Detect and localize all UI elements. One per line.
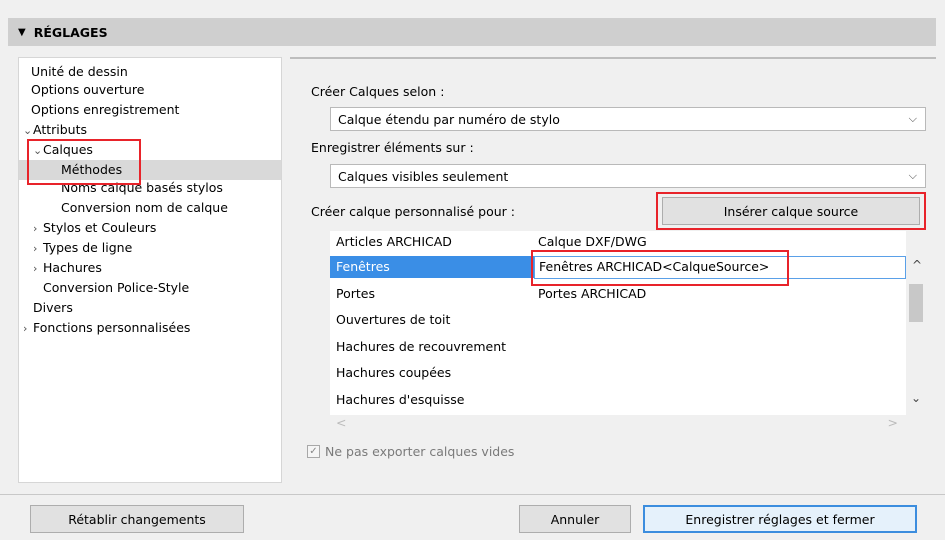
tree-label: Divers <box>33 300 73 315</box>
chevron-right-icon[interactable]: › <box>23 319 33 339</box>
table-vertical-scrollbar[interactable]: ^ ⌄ <box>906 256 926 416</box>
tree-item-unite-dessin[interactable]: Unité de dessin <box>31 62 128 82</box>
tree-item-stylos-couleurs[interactable]: › Stylos et Couleurs <box>33 218 156 238</box>
skip-empty-layers-checkbox[interactable]: ✓ Ne pas exporter calques vides <box>307 444 514 459</box>
collapse-toggle-icon[interactable]: ▼ <box>18 27 26 38</box>
tree-item-conversion-police[interactable]: Conversion Police-Style <box>43 278 189 298</box>
table-row[interactable]: Hachures de recouvrement <box>330 336 906 358</box>
layer-cell[interactable] <box>538 309 898 331</box>
reset-changes-button[interactable]: Rétablir changements <box>30 505 244 533</box>
tree-label: Types de ligne <box>43 240 133 255</box>
table-row[interactable]: Fenêtres Fenêtres ARCHICAD<CalqueSource> <box>330 256 906 279</box>
element-cell[interactable]: Hachures de recouvrement <box>330 336 538 358</box>
tree-item-fonctions-personnalisees[interactable]: › Fonctions personnalisées <box>23 318 190 338</box>
scroll-up-icon[interactable]: ^ <box>912 258 922 272</box>
table-row[interactable]: Portes Portes ARCHICAD <box>330 283 906 305</box>
chevron-right-icon[interactable]: › <box>33 239 43 259</box>
tree-label: Attributs <box>33 122 88 137</box>
element-cell[interactable]: Fenêtres <box>330 256 538 278</box>
select-value: Calques visibles seulement <box>338 168 509 184</box>
section-title: RÉGLAGES <box>33 24 108 40</box>
checkbox-check-icon[interactable]: ✓ <box>307 445 320 458</box>
layer-cell[interactable] <box>538 362 898 384</box>
tree-label: Unité de dessin <box>31 64 128 79</box>
insert-source-layer-button[interactable]: Insérer calque source <box>662 197 920 225</box>
cancel-button[interactable]: Annuler <box>519 505 631 533</box>
tree-item-methodes[interactable]: Méthodes <box>19 160 281 180</box>
create-layers-label: Créer Calques selon : <box>311 84 445 99</box>
layer-table: Articles ARCHICAD Calque DXF/DWG Fenêtre… <box>330 231 906 415</box>
section-header[interactable]: ▼ RÉGLAGES <box>8 18 936 46</box>
chevron-down-icon[interactable]: ⌄ <box>33 141 43 161</box>
layer-cell[interactable] <box>538 389 898 411</box>
tree-label: Options enregistrement <box>31 102 180 117</box>
create-layers-select[interactable]: Calque étendu par numéro de stylo ⌵ <box>330 107 926 131</box>
layer-cell[interactable]: Portes ARCHICAD <box>538 283 898 305</box>
chevron-down-icon[interactable]: ⌄ <box>23 121 33 141</box>
tree-label: Conversion nom de calque <box>61 200 228 215</box>
layer-cell[interactable]: Calque DXF/DWG <box>538 231 898 253</box>
tree-item-types-ligne[interactable]: › Types de ligne <box>33 238 132 258</box>
scrollbar-thumb[interactable] <box>909 284 923 322</box>
tree-label: Calques <box>43 142 93 157</box>
tree-item-options-enregistrement[interactable]: Options enregistrement <box>31 100 179 120</box>
save-elements-select[interactable]: Calques visibles seulement ⌵ <box>330 164 926 188</box>
scroll-left-icon[interactable]: < <box>336 415 346 430</box>
edit-value: Fenêtres ARCHICAD<CalqueSource> <box>539 259 770 274</box>
tree-item-hachures[interactable]: › Hachures <box>33 258 102 278</box>
select-value: Calque étendu par numéro de stylo <box>338 111 560 127</box>
tree-item-noms-calque-stylos[interactable]: Noms calque basés stylos <box>61 178 223 198</box>
tree-item-calques[interactable]: ⌄Calques <box>33 140 93 160</box>
chevron-right-icon[interactable]: › <box>33 219 43 239</box>
scroll-down-icon[interactable]: ⌄ <box>911 391 921 405</box>
layer-cell[interactable] <box>538 336 898 358</box>
settings-tree: Unité de dessin Options ouverture Option… <box>18 57 282 483</box>
scroll-right-icon[interactable]: > <box>888 415 898 430</box>
chevron-down-icon: ⌵ <box>908 169 917 182</box>
table-row[interactable]: Ouvertures de toit <box>330 309 906 331</box>
table-row[interactable]: Articles ARCHICAD Calque DXF/DWG <box>330 231 906 253</box>
tree-label: Méthodes <box>61 162 123 177</box>
tree-label: Hachures <box>43 260 102 275</box>
tree-label: Options ouverture <box>31 82 145 97</box>
settings-window: ▼ RÉGLAGES Unité de dessin Options ouver… <box>0 0 945 540</box>
custom-layer-label: Créer calque personnalisé pour : <box>311 204 515 219</box>
tree-label: Conversion Police-Style <box>43 280 190 295</box>
save-and-close-button[interactable]: Enregistrer réglages et fermer <box>643 505 917 533</box>
layer-name-edit-field[interactable]: Fenêtres ARCHICAD<CalqueSource> <box>534 256 906 279</box>
table-row[interactable]: Hachures d'esquisse <box>330 389 906 411</box>
element-cell[interactable]: Hachures d'esquisse <box>330 389 538 411</box>
tree-label: Fonctions personnalisées <box>33 320 191 335</box>
save-elements-label: Enregistrer éléments sur : <box>311 140 474 155</box>
tree-label: Stylos et Couleurs <box>43 220 157 235</box>
table-row[interactable]: Hachures coupées <box>330 362 906 384</box>
tree-item-divers[interactable]: Divers <box>33 298 73 318</box>
checkbox-label: Ne pas exporter calques vides <box>325 444 515 459</box>
tree-item-attributs[interactable]: ⌄Attributs <box>23 120 87 140</box>
chevron-right-icon[interactable]: › <box>33 259 43 279</box>
tree-item-options-ouverture[interactable]: Options ouverture <box>31 80 144 100</box>
element-cell[interactable]: Portes <box>330 283 538 305</box>
tree-label: Noms calque basés stylos <box>61 180 223 195</box>
table-horizontal-scrollbar[interactable]: < > <box>330 415 906 431</box>
chevron-down-icon: ⌵ <box>908 112 917 125</box>
tree-item-conversion-nom-calque[interactable]: Conversion nom de calque <box>61 198 228 218</box>
element-cell[interactable]: Ouvertures de toit <box>330 309 538 331</box>
element-cell[interactable]: Hachures coupées <box>330 362 538 384</box>
element-cell[interactable]: Articles ARCHICAD <box>330 231 538 253</box>
